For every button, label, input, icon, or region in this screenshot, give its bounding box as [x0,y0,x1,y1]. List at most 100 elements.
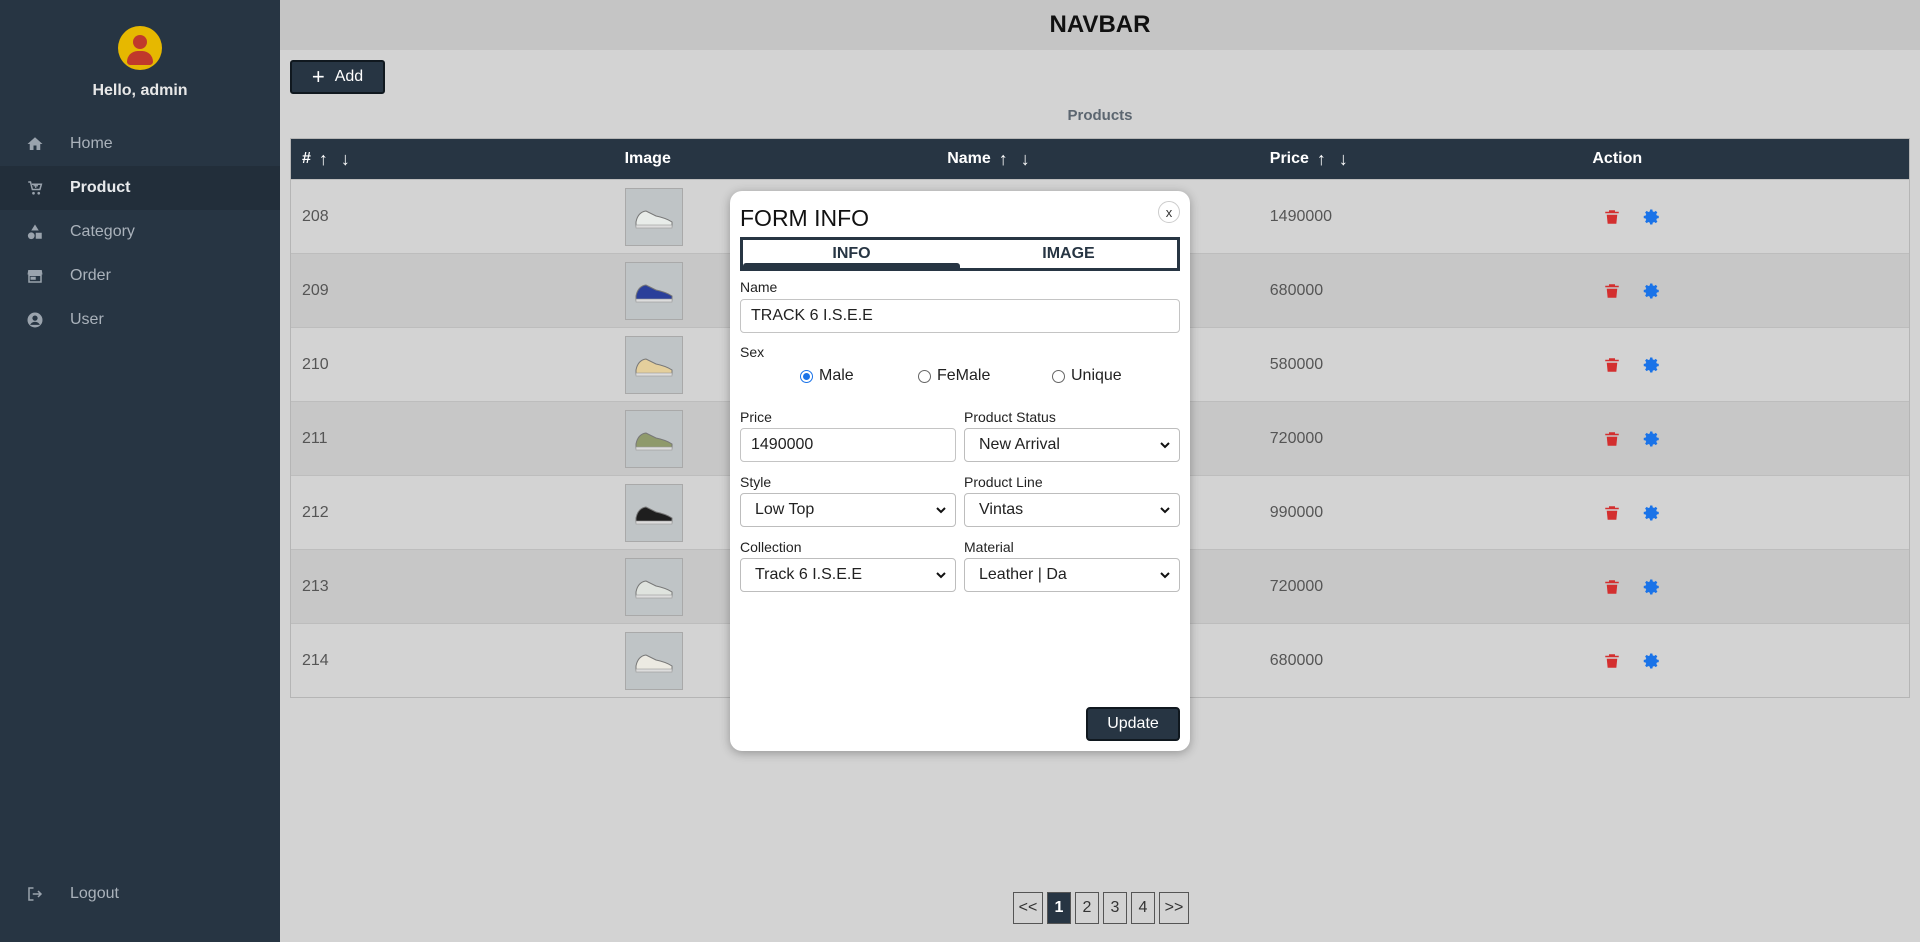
plus-icon: + [311,64,325,89]
page-2-button[interactable]: 2 [1075,892,1099,924]
sex-radio-female[interactable]: FeMale [918,367,1052,385]
cell-actions [1581,504,1909,522]
product-thumbnail[interactable] [624,409,683,468]
page-next-button[interactable]: >> [1159,892,1189,924]
sex-radio-unique[interactable]: Unique [1052,367,1122,385]
gear-icon[interactable] [1643,652,1661,670]
radio-female-dot[interactable] [918,369,931,383]
table-caption: Products [1067,107,1133,124]
header-image: Image [614,150,937,168]
chevron-down-icon [1160,572,1170,579]
pagination: << 1 2 3 4 >> [1013,892,1189,924]
header-action-label: Action [1592,150,1643,167]
sort-name-arrows[interactable]: ↑ ↓ [999,149,1034,170]
trash-icon[interactable] [1603,208,1621,226]
cell-price: 720000 [1269,429,1324,447]
style-select-value: Low Top [755,501,815,518]
chevron-down-icon [936,507,946,514]
sex-option-label: Male [819,367,854,384]
cart-icon [26,179,44,197]
logout-button[interactable]: Logout [0,872,280,916]
avatar[interactable] [118,26,162,70]
page-1-button[interactable]: 1 [1047,892,1071,924]
store-icon [26,267,44,285]
shoe-icon [635,209,673,228]
trash-icon[interactable] [1603,282,1621,300]
navbar: NAVBAR [280,0,1920,50]
trash-icon[interactable] [1603,652,1621,670]
collection-select[interactable]: Track 6 I.S.E.E [740,558,956,592]
price-label: Price [740,409,772,425]
form-modal: FORM INFO x INFO IMAGE Name TRACK 6 I.S.… [730,191,1190,751]
trash-icon[interactable] [1603,578,1621,596]
cell-price: 680000 [1269,281,1324,299]
product-thumbnail[interactable] [624,261,683,320]
product-thumbnail[interactable] [624,335,683,394]
gear-icon[interactable] [1643,208,1661,226]
status-select-value: New Arrival [979,436,1060,453]
material-select[interactable]: Leather | Da [964,558,1180,592]
page-3-button[interactable]: 3 [1103,892,1127,924]
navbar-title: NAVBAR [1049,11,1151,38]
sidebar-item-user[interactable]: User [0,298,280,342]
sidebar-item-label: Order [70,267,111,284]
sidebar-item-home[interactable]: Home [0,122,280,166]
product-thumbnail[interactable] [624,483,683,542]
close-button[interactable]: x [1158,201,1180,223]
cell-id: 210 [302,355,329,373]
product-thumbnail[interactable] [624,187,683,246]
add-button[interactable]: + Add [290,60,385,94]
product-line-select[interactable]: Vintas [964,493,1180,527]
material-select-value: Leather | Da [979,566,1067,583]
cell-actions [1581,430,1909,448]
tab-image[interactable]: IMAGE [960,240,1177,268]
sort-price-arrows[interactable]: ↑ ↓ [1317,149,1352,170]
table-header: # ↑ ↓ Image Name ↑ ↓ Price ↑ ↓ Action [291,139,1909,179]
page-4-button[interactable]: 4 [1131,892,1155,924]
radio-male-dot[interactable] [800,369,813,383]
gear-icon[interactable] [1643,504,1661,522]
gear-icon[interactable] [1643,430,1661,448]
style-label: Style [740,474,772,490]
update-button[interactable]: Update [1086,707,1180,741]
gear-icon[interactable] [1643,356,1661,374]
cell-id: 209 [302,281,329,299]
header-action: Action [1581,150,1909,168]
product-thumbnail[interactable] [624,557,683,616]
cell-id: 213 [302,577,329,595]
style-select[interactable]: Low Top [740,493,956,527]
cell-actions [1581,652,1909,670]
trash-icon[interactable] [1603,504,1621,522]
product-thumbnail[interactable] [624,631,683,690]
logout-label: Logout [70,885,119,902]
gear-icon[interactable] [1643,282,1661,300]
header-name: Name ↑ ↓ [936,149,1259,170]
radio-unique-dot[interactable] [1052,369,1065,383]
price-input[interactable]: 1490000 [740,428,956,462]
tab-info[interactable]: INFO [743,240,960,268]
trash-icon[interactable] [1603,430,1621,448]
sidebar-item-product[interactable]: Product [0,166,280,210]
status-select[interactable]: New Arrival [964,428,1180,462]
trash-icon[interactable] [1603,356,1621,374]
chevron-down-icon [1160,442,1170,449]
header-name-label: Name [947,150,991,167]
header-price: Price ↑ ↓ [1259,149,1582,170]
sort-id-arrows[interactable]: ↑ ↓ [319,149,354,170]
header-id: # ↑ ↓ [291,149,614,170]
cell-id: 212 [302,503,329,521]
cell-price: 990000 [1269,503,1324,521]
header-id-label: # [302,150,311,167]
sex-radio-male[interactable]: Male [800,367,918,385]
cell-price: 580000 [1269,355,1324,373]
sidebar-item-order[interactable]: Order [0,254,280,298]
cell-actions [1581,208,1909,226]
name-input[interactable]: TRACK 6 I.S.E.E [740,299,1180,333]
sidebar-item-category[interactable]: Category [0,210,280,254]
page-prev-button[interactable]: << [1013,892,1043,924]
add-button-label: Add [334,68,364,85]
shoe-icon [635,431,673,450]
gear-icon[interactable] [1643,578,1661,596]
sidebar-item-label: Category [70,223,135,240]
sidebar-item-label: Product [70,179,131,196]
